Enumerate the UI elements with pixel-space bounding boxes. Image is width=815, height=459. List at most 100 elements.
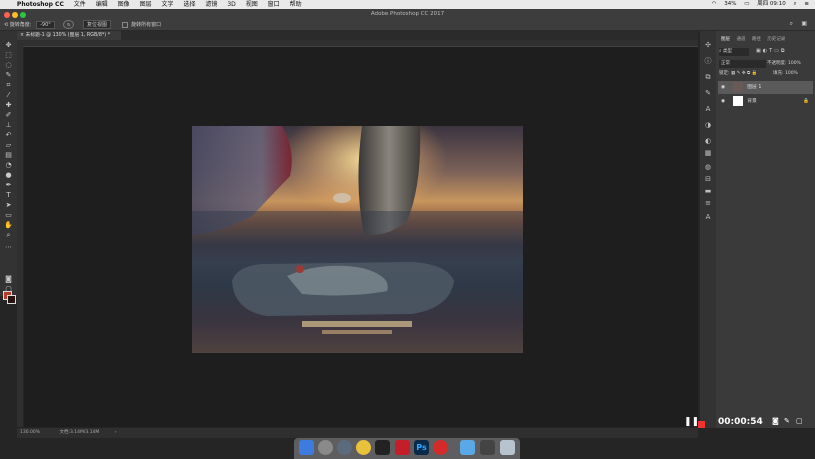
fill-value[interactable]: 100% [785,71,798,76]
tab-history[interactable]: 历史记录 [767,37,785,42]
tab-layers[interactable]: 图层 [721,37,730,42]
menubar-clock[interactable]: 周四 09:10 [757,1,786,7]
crop-tool-icon[interactable]: ⌗ [4,81,13,89]
paragraph-icon[interactable]: ≡ [704,199,712,207]
color-icon[interactable]: ◑ [704,121,712,129]
hand-tool-icon[interactable]: ✋ [4,221,13,229]
brush-tool-icon[interactable]: ✐ [4,111,13,119]
type-panel-icon[interactable]: A [704,213,712,221]
gradient-tool-icon[interactable]: ▤ [4,151,13,159]
eraser-tool-icon[interactable]: ▱ [4,141,13,149]
wifi-icon[interactable]: ◠ [712,1,717,7]
horizontal-ruler[interactable] [17,40,698,47]
record-app-icon[interactable] [395,440,410,455]
menu-edit[interactable]: 编辑 [96,0,108,9]
navigator-icon[interactable]: ✣ [704,41,712,49]
more-tools-icon[interactable]: ⋯ [4,243,13,251]
menu-filter[interactable]: 滤镜 [205,0,217,9]
menu-3d[interactable]: 3D [227,0,235,9]
lock-icons[interactable]: ▦ ✎ ✥ ⧉ 🔒 [731,71,757,76]
zoom-level[interactable]: 130.00% [20,430,40,435]
vertical-ruler[interactable] [17,46,23,427]
layer-row-background[interactable]: ◉ 背景 🔒 [718,95,813,108]
notification-center-icon[interactable]: ≡ [804,1,809,7]
libraries-icon[interactable]: ▬ [704,187,712,195]
menu-select[interactable]: 选择 [183,0,195,9]
menu-type[interactable]: 文字 [162,0,174,9]
folder-icon[interactable] [460,440,475,455]
adjustments-icon[interactable]: ◐ [704,137,712,145]
battery-percent[interactable]: 34% [724,1,736,7]
styles-icon[interactable]: ◍ [704,163,712,171]
launchpad-icon[interactable] [337,440,352,455]
pen-icon[interactable]: ✎ [784,417,790,425]
tab-channels[interactable]: 通道 [736,37,745,42]
fill-control[interactable]: 填充: 100% [773,70,798,78]
screen-mode-icon[interactable]: ▢ [4,285,13,293]
menu-help[interactable]: 帮助 [290,0,302,9]
trash-icon[interactable] [500,440,515,455]
layer-filter-select[interactable]: ⌕ 类型 [719,48,749,56]
healing-tool-icon[interactable]: ✚ [4,101,13,109]
finder-icon[interactable] [299,440,314,455]
screen-capture-icon[interactable] [480,440,495,455]
visibility-eye-icon[interactable]: ◉ [721,99,725,104]
layer-filter-icons[interactable]: ▣◐T▭⧉ [756,48,786,54]
info-icon[interactable]: ⓘ [704,57,712,65]
reset-view-button[interactable]: 复位视图 [82,20,111,29]
menu-image[interactable]: 图像 [118,0,130,9]
move-tool-icon[interactable]: ✥ [4,41,13,49]
chrome-icon[interactable] [356,440,371,455]
shape-tool-icon[interactable]: ▭ [4,211,13,219]
search-icon[interactable]: ⌕ [790,20,793,28]
swatches-icon[interactable]: ▦ [704,149,712,157]
marquee-tool-icon[interactable]: ⬚ [4,51,13,59]
blur-tool-icon[interactable]: ◔ [4,161,13,169]
camera-icon[interactable]: ◙ [772,417,779,425]
dodge-tool-icon[interactable]: ● [4,171,13,179]
rotate-all-windows-checkbox[interactable] [121,21,128,28]
eyedropper-tool-icon[interactable]: ⁄ [4,91,13,99]
history-brush-tool-icon[interactable]: ↶ [4,131,13,139]
layer-name[interactable]: 背景 [747,99,757,104]
menu-window[interactable]: 窗口 [268,0,280,9]
workspace-icon[interactable]: ▣ [801,20,807,27]
menu-view[interactable]: 视图 [246,0,258,9]
tab-paths[interactable]: 路径 [752,37,761,42]
brush-settings-icon[interactable]: ✎ [704,89,712,97]
spotlight-icon[interactable]: ⌕ [794,1,797,7]
angle-input[interactable]: -90° [36,21,55,29]
menu-file[interactable]: 文件 [74,0,86,9]
actions-icon[interactable]: ⊟ [704,175,712,183]
pause-icon[interactable]: ❚❚ [684,417,699,427]
zoom-tool-icon[interactable]: ⌕ [4,231,13,239]
document-canvas-image[interactable] [192,126,523,353]
layer-row-layer1[interactable]: ◉ 图层 1 [718,81,813,94]
layer-name[interactable]: 图层 1 [747,85,761,90]
status-menu-arrow-icon[interactable]: › [115,430,117,435]
battery-icon[interactable]: ▭ [744,1,749,7]
opacity-value[interactable]: 100% [788,61,801,66]
qq-icon[interactable] [375,440,390,455]
opacity-control[interactable]: 不透明度: 100% [767,60,801,68]
visibility-eye-icon[interactable]: ◉ [721,85,725,90]
type-tool-icon[interactable]: T [4,191,13,199]
blend-mode-select[interactable]: 正常 [719,60,766,68]
quick-mask-icon[interactable]: ◙ [4,275,13,283]
rotate-dial[interactable]: ↻ [63,20,75,29]
stop-record-button[interactable] [698,421,705,428]
screen-icon[interactable]: ▢ [796,417,803,425]
path-select-tool-icon[interactable]: ➤ [4,201,13,209]
background-color-swatch[interactable] [7,295,16,304]
properties-icon[interactable]: ⧉ [704,73,712,81]
system-preferences-icon[interactable] [318,440,333,455]
document-tab[interactable]: × 未标题-1 @ 130% (图层 1, RGB/8*) * [17,31,121,40]
lasso-tool-icon[interactable]: ◌ [4,61,13,69]
netease-music-icon[interactable] [433,440,448,455]
pen-tool-icon[interactable]: ✒ [4,181,13,189]
character-icon[interactable]: A [704,105,712,113]
app-menu[interactable]: Photoshop CC [17,0,64,9]
rotate-view-tool-icon[interactable]: ⟲ [4,22,8,28]
photoshop-icon[interactable]: Ps [414,440,429,455]
quick-select-tool-icon[interactable]: ✎ [4,71,13,79]
